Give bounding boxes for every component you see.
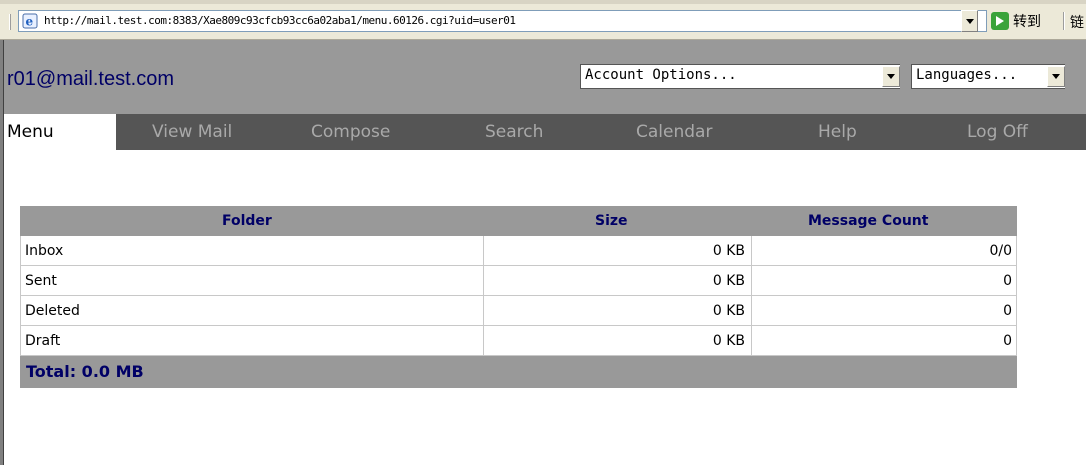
- languages-value: Languages...: [916, 67, 1018, 83]
- nav-view-mail[interactable]: View Mail: [152, 114, 232, 150]
- nav-menu[interactable]: Menu: [4, 114, 116, 150]
- col-folder-header: Folder: [222, 213, 272, 229]
- table-header: Folder Size Message Count: [20, 206, 1017, 236]
- main-nav: Menu View Mail Compose Search Calendar H…: [4, 114, 1086, 150]
- chevron-down-icon[interactable]: [1047, 66, 1065, 87]
- folder-size: 0 KB: [483, 326, 751, 356]
- toolbar-grip[interactable]: [9, 14, 11, 30]
- account-options-select[interactable]: Account Options...: [580, 64, 900, 89]
- folder-name-link[interactable]: Draft: [20, 326, 483, 356]
- svg-text:e: e: [26, 15, 34, 29]
- toolbar-top-edge: [0, 0, 1086, 4]
- col-size-header: Size: [595, 213, 628, 229]
- message-count: 0: [751, 296, 1017, 326]
- folder-name-link[interactable]: Deleted: [20, 296, 483, 326]
- message-count: 0/0: [751, 236, 1017, 266]
- go-button[interactable]: 转到: [991, 9, 1055, 33]
- nav-calendar[interactable]: Calendar: [636, 114, 712, 150]
- folder-size: 0 KB: [483, 266, 751, 296]
- table-row[interactable]: Draft 0 KB 0: [20, 326, 1017, 356]
- table-row[interactable]: Sent 0 KB 0: [20, 266, 1017, 296]
- user-email: r01@mail.test.com: [7, 68, 175, 90]
- address-url[interactable]: http://mail.test.com:8383/Xae809c93cfcb9…: [44, 13, 516, 29]
- nav-compose[interactable]: Compose: [311, 114, 390, 150]
- links-button[interactable]: 链: [1070, 12, 1084, 32]
- folder-name-link[interactable]: Inbox: [20, 236, 483, 266]
- nav-log-off[interactable]: Log Off: [967, 114, 1028, 150]
- go-label: 转到: [1013, 14, 1041, 30]
- table-total-row: Total: 0.0 MB: [20, 356, 1017, 388]
- nav-help[interactable]: Help: [818, 114, 857, 150]
- ie-page-icon: e: [22, 13, 38, 29]
- address-dropdown-button[interactable]: [961, 10, 978, 32]
- toolbar-separator: [1063, 12, 1065, 30]
- folder-size: 0 KB: [483, 296, 751, 326]
- folder-size: 0 KB: [483, 236, 751, 266]
- nav-search[interactable]: Search: [485, 114, 543, 150]
- account-options-value: Account Options...: [585, 67, 737, 83]
- address-field[interactable]: e http://mail.test.com:8383/Xae809c93cfc…: [18, 10, 987, 32]
- table-row[interactable]: Deleted 0 KB 0: [20, 296, 1017, 326]
- chevron-down-icon[interactable]: [882, 66, 900, 87]
- col-count-header: Message Count: [808, 213, 929, 229]
- languages-select[interactable]: Languages...: [911, 64, 1065, 89]
- message-count: 0: [751, 266, 1017, 296]
- table-row[interactable]: Inbox 0 KB 0/0: [20, 236, 1017, 266]
- folder-name-link[interactable]: Sent: [20, 266, 483, 296]
- browser-address-bar: e http://mail.test.com:8383/Xae809c93cfc…: [0, 0, 1086, 40]
- total-size-label: Total: 0.0 MB: [26, 362, 144, 381]
- mail-header: r01@mail.test.com Account Options... Lan…: [4, 40, 1086, 114]
- message-count: 0: [751, 326, 1017, 356]
- go-arrow-icon: [991, 12, 1009, 30]
